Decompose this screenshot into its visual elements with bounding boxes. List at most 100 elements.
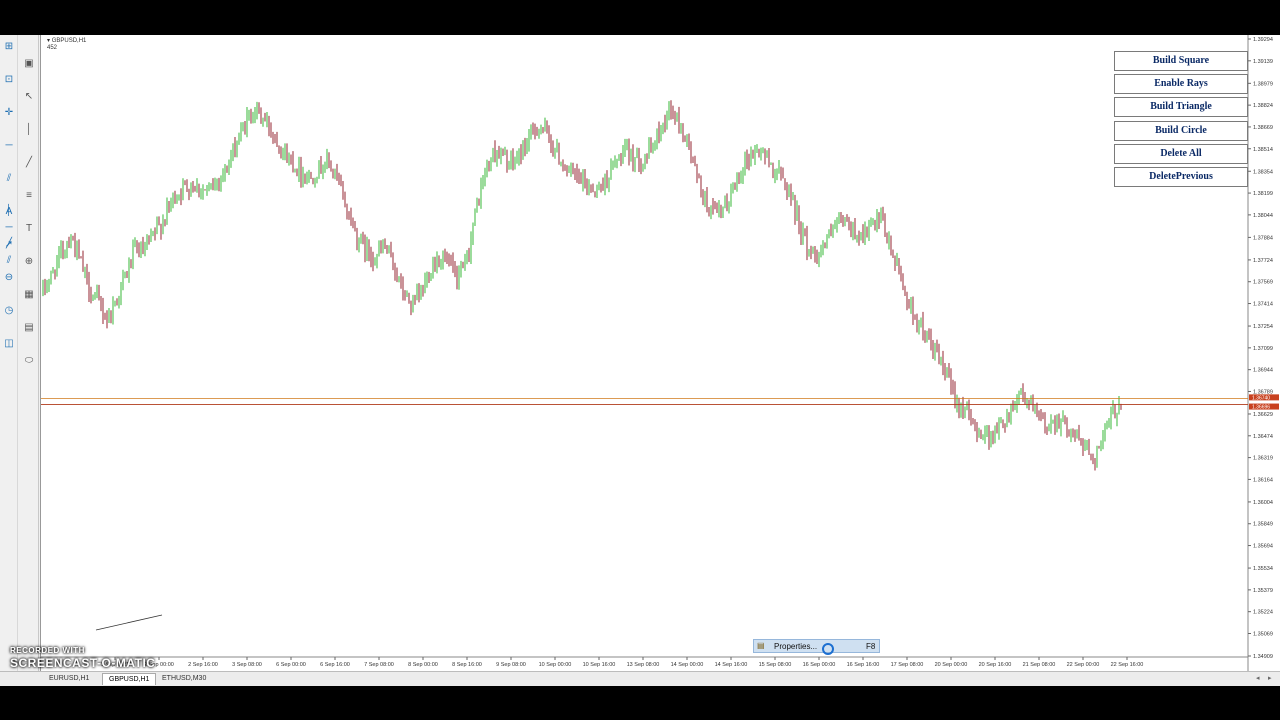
x-tick-label: 14 Sep 16:00: [715, 662, 748, 668]
y-tick-label: 1.38824: [1253, 103, 1273, 109]
watermark-line-2: SCREENCAST-O-MATIC: [10, 656, 156, 670]
x-tick-label: 22 Sep 00:00: [1067, 662, 1100, 668]
chart-tab-bar: EURUSD,H1 GBPUSD,H1 ETHUSD,M30 ◂ ▸: [0, 671, 1280, 686]
recording-top-band: [0, 0, 1280, 35]
channel-icon[interactable]: ⫽: [2, 173, 16, 185]
trendline-icon[interactable]: ╱: [22, 157, 36, 169]
drawn-trendline: [95, 614, 163, 631]
y-tick-label: 1.34909: [1253, 654, 1273, 660]
y-tick-label: 1.37884: [1253, 235, 1273, 241]
y-tick-label: 1.39139: [1253, 59, 1273, 65]
profiles-icon[interactable]: ▣: [22, 58, 36, 70]
x-tick-label: 20 Sep 16:00: [979, 662, 1012, 668]
enable-rays-button[interactable]: Enable Rays: [1114, 74, 1248, 94]
new-chart-icon[interactable]: ⊞: [2, 41, 16, 53]
shapes-icon[interactable]: ⬭: [22, 355, 36, 367]
x-tick-label: 14 Sep 00:00: [671, 662, 704, 668]
y-tick-label: 1.36004: [1253, 500, 1273, 506]
fibonacci-icon[interactable]: ≡: [22, 190, 36, 202]
x-tick-label: 10 Sep 16:00: [583, 662, 616, 668]
left-toolbar-primary: ⊞ ⊡ ✛ ─ ⫽ A ➚ ⊖ ◷ ◫ │ ─ ╱ ⫽: [0, 35, 18, 671]
x-tick-label: 21 Sep 08:00: [1023, 662, 1056, 668]
grid-icon[interactable]: ▦: [22, 289, 36, 301]
x-tick-label: 16 Sep 00:00: [803, 662, 836, 668]
tab-ethusd-m30[interactable]: ETHUSD,M30: [156, 673, 212, 685]
vertical-line-icon[interactable]: │: [22, 124, 36, 136]
recording-watermark: RECORDED WITH SCREENCAST-O-MATIC: [10, 646, 155, 670]
y-tick-label: 1.38199: [1253, 191, 1273, 197]
y-tick-label: 1.37569: [1253, 280, 1273, 286]
objects-icon[interactable]: ◫: [2, 338, 16, 350]
x-tick-label: 15 Sep 08:00: [759, 662, 792, 668]
mouse-cursor-ring: [822, 643, 834, 655]
previous-price-tag: 1.36740: [1252, 395, 1270, 401]
zoom-in-icon[interactable]: ⊕: [22, 256, 36, 268]
navigator-icon[interactable]: ⊡: [2, 74, 16, 86]
x-tick-label: 17 Sep 08:00: [891, 662, 924, 668]
x-tick-label: 6 Sep 16:00: [320, 662, 350, 668]
x-tick-label: 7 Sep 08:00: [364, 662, 394, 668]
y-tick-label: 1.36164: [1253, 477, 1273, 483]
y-tick-label: 1.37099: [1253, 346, 1273, 352]
templates-icon[interactable]: ▤: [22, 322, 36, 334]
watermark-line-1: RECORDED WITH: [10, 646, 85, 655]
y-tick-label: 1.38979: [1253, 81, 1273, 87]
x-tick-label: 8 Sep 16:00: [452, 662, 482, 668]
y-tick-label: 1.37724: [1253, 258, 1273, 264]
x-tick-label: 2 Sep 16:00: [188, 662, 218, 668]
delete-previous-button[interactable]: DeletePrevious: [1114, 167, 1248, 187]
period-icon[interactable]: ◷: [2, 305, 16, 317]
y-tick-label: 1.35224: [1253, 610, 1273, 616]
y-tick-label: 1.35069: [1253, 631, 1273, 637]
label-icon[interactable]: T: [22, 223, 36, 235]
left-toolbar-drawing: ▣ ↖ │ ╱ ≡ T ⊕ ▦ ▤ ⬭: [19, 35, 39, 671]
y-tick-label: 1.38044: [1253, 213, 1273, 219]
zoom-out-icon[interactable]: ⊖: [2, 272, 16, 284]
build-square-button[interactable]: Build Square: [1114, 51, 1248, 71]
x-tick-label: 20 Sep 00:00: [935, 662, 968, 668]
extra-tool-icon[interactable]: │: [2, 205, 16, 217]
y-tick-label: 1.36474: [1253, 434, 1273, 440]
context-menu-shortcut: F8: [866, 642, 876, 651]
x-tick-label: 3 Sep 08:00: [232, 662, 262, 668]
tab-scroll-right-icon[interactable]: ▸: [1268, 674, 1272, 682]
tab-eurusd-h1[interactable]: EURUSD,H1: [43, 673, 95, 685]
terminal-window: ⊞ ⊡ ✛ ─ ⫽ A ➚ ⊖ ◷ ◫ │ ─ ╱ ⫽ ▣ ↖ │ ╱ ≡ T ⊕ ▦ ▤ ⬭ 1.39294 1.39139…: [0, 35, 1280, 686]
y-tick-label: 1.38669: [1253, 125, 1273, 131]
x-tick-label: 22 Sep 16:00: [1111, 662, 1144, 668]
current-price-tag: 1.36696: [1252, 405, 1270, 411]
chart-symbol-label: ▾ GBPUSD,H1: [47, 38, 87, 44]
extra-tool-icon[interactable]: ─: [2, 222, 16, 234]
context-menu-properties[interactable]: ▤ Properties... F8: [753, 639, 880, 653]
y-tick-label: 1.36944: [1253, 368, 1273, 374]
crosshair-icon[interactable]: ✛: [2, 107, 16, 119]
cursor-icon[interactable]: ↖: [22, 91, 36, 103]
x-tick-label: 10 Sep 00:00: [539, 662, 572, 668]
delete-all-button[interactable]: Delete All: [1114, 144, 1248, 164]
y-tick-label: 1.38354: [1253, 169, 1273, 175]
x-tick-label: 13 Sep 08:00: [627, 662, 660, 668]
extra-tool-icon[interactable]: ⫽: [2, 255, 16, 267]
chart-symbol-text: GBPUSD,H1: [51, 38, 87, 44]
tab-scroll-left-icon[interactable]: ◂: [1256, 674, 1260, 682]
horizontal-line-icon[interactable]: ─: [2, 140, 16, 152]
x-tick-label: 16 Sep 16:00: [847, 662, 880, 668]
tab-gbpusd-h1[interactable]: GBPUSD,H1: [102, 673, 157, 685]
price-chart-svg: 1.39294 1.39139 1.38979 1.38824 1.38669 1.385…: [41, 35, 1279, 671]
context-menu-label: Properties...: [774, 642, 818, 651]
extra-tool-icon[interactable]: ╱: [2, 238, 16, 250]
y-tick-label: 1.36319: [1253, 456, 1273, 462]
build-circle-button[interactable]: Build Circle: [1114, 121, 1248, 141]
recording-bottom-band: [0, 686, 1280, 720]
y-tick-label: 1.37414: [1253, 302, 1273, 308]
chart-sub-label: 452: [47, 45, 58, 51]
build-triangle-button[interactable]: Build Triangle: [1114, 97, 1248, 117]
x-tick-label: 9 Sep 08:00: [496, 662, 526, 668]
y-tick-label: 1.38514: [1253, 147, 1273, 153]
y-tick-label: 1.39294: [1253, 37, 1273, 43]
chart-area[interactable]: 1.39294 1.39139 1.38979 1.38824 1.38669 1.385…: [40, 35, 1280, 671]
x-tick-label: 6 Sep 00:00: [276, 662, 306, 668]
y-tick-label: 1.37254: [1253, 324, 1273, 330]
y-tick-label: 1.35849: [1253, 522, 1273, 528]
properties-icon: ▤: [757, 641, 765, 650]
